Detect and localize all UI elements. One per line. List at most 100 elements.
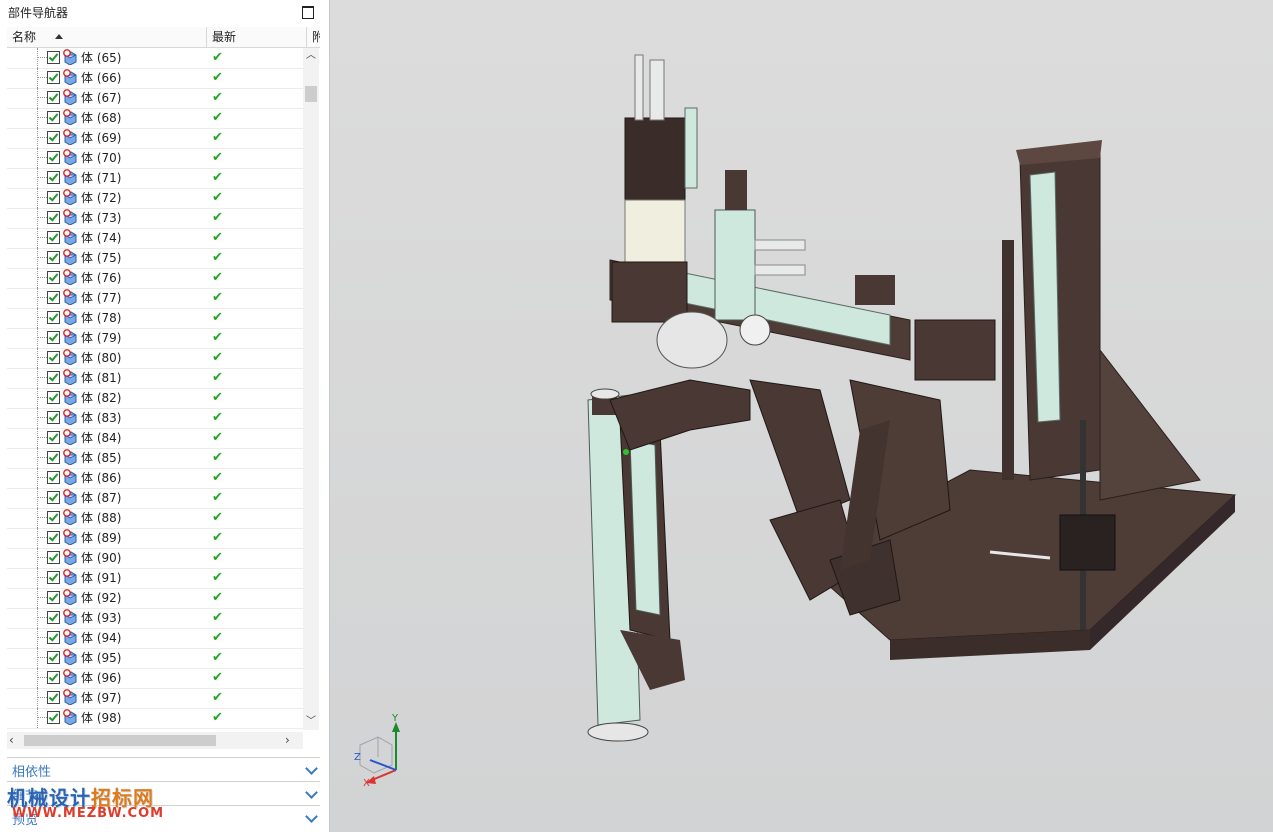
tree-row[interactable]: 体 (80) ✔ — [7, 348, 303, 369]
visibility-checkbox[interactable] — [47, 631, 60, 644]
scroll-right-icon[interactable]: › — [285, 732, 297, 749]
tree-row-label: 体 (74) — [81, 231, 122, 245]
visibility-checkbox[interactable] — [47, 531, 60, 544]
visibility-checkbox[interactable] — [47, 171, 60, 184]
column-latest[interactable]: 最新 — [212, 27, 236, 47]
visibility-checkbox[interactable] — [47, 371, 60, 384]
visibility-checkbox[interactable] — [47, 291, 60, 304]
scroll-left-icon[interactable]: ‹ — [9, 732, 21, 749]
tree-guide — [37, 568, 38, 588]
visibility-checkbox[interactable] — [47, 671, 60, 684]
tree-guide — [37, 348, 38, 368]
column-attached[interactable]: 附 — [312, 27, 320, 47]
horizontal-scrollbar[interactable]: ‹ › — [7, 732, 303, 749]
visibility-checkbox[interactable] — [47, 391, 60, 404]
visibility-checkbox[interactable] — [47, 571, 60, 584]
visibility-checkbox[interactable] — [47, 591, 60, 604]
tree-row[interactable]: 体 (93) ✔ — [7, 608, 303, 629]
up-to-date-check-icon: ✔ — [212, 590, 223, 605]
panel-dependencies[interactable]: 相依性 — [7, 757, 320, 780]
visibility-checkbox[interactable] — [47, 111, 60, 124]
graphics-viewport[interactable]: Y Z X — [330, 0, 1273, 832]
tree-row[interactable]: 体 (96) ✔ — [7, 668, 303, 689]
chevron-down-icon[interactable] — [305, 786, 318, 799]
tree-row[interactable]: 体 (75) ✔ — [7, 248, 303, 269]
tree-row[interactable]: 体 (89) ✔ — [7, 528, 303, 549]
tree-row-label: 体 (76) — [81, 271, 122, 285]
column-name[interactable]: 名称 — [12, 27, 36, 47]
tree-row[interactable]: 体 (82) ✔ — [7, 388, 303, 409]
visibility-checkbox[interactable] — [47, 351, 60, 364]
chevron-down-icon[interactable] — [305, 762, 318, 775]
axis-y-label: Y — [392, 713, 399, 724]
tree-row[interactable]: 体 (65) ✔ — [7, 48, 303, 69]
tree-row[interactable]: 体 (67) ✔ — [7, 88, 303, 109]
tree-row-label: 体 (69) — [81, 131, 122, 145]
chevron-down-icon[interactable] — [305, 810, 318, 823]
tree-row[interactable]: 体 (78) ✔ — [7, 308, 303, 329]
tree-row[interactable]: 体 (98) ✔ — [7, 708, 303, 729]
visibility-checkbox[interactable] — [47, 131, 60, 144]
tree-row[interactable]: 体 (79) ✔ — [7, 328, 303, 349]
scroll-down-icon[interactable]: ﹀ — [303, 714, 319, 730]
visibility-checkbox[interactable] — [47, 551, 60, 564]
visibility-checkbox[interactable] — [47, 451, 60, 464]
tree-row[interactable]: 体 (91) ✔ — [7, 568, 303, 589]
tree-row[interactable]: 体 (83) ✔ — [7, 408, 303, 429]
tree-row[interactable]: 体 (76) ✔ — [7, 268, 303, 289]
visibility-checkbox[interactable] — [47, 471, 60, 484]
visibility-checkbox[interactable] — [47, 491, 60, 504]
solid-body-icon — [63, 669, 77, 685]
visibility-checkbox[interactable] — [47, 311, 60, 324]
visibility-checkbox[interactable] — [47, 191, 60, 204]
visibility-checkbox[interactable] — [47, 71, 60, 84]
solid-body-icon — [63, 709, 77, 725]
tree-row[interactable]: 体 (71) ✔ — [7, 168, 303, 189]
column-divider[interactable] — [206, 27, 207, 47]
visibility-checkbox[interactable] — [47, 711, 60, 724]
tree-row[interactable]: 体 (97) ✔ — [7, 688, 303, 709]
tree-row[interactable]: 体 (92) ✔ — [7, 588, 303, 609]
column-divider[interactable] — [306, 27, 307, 47]
tree-row[interactable]: 体 (95) ✔ — [7, 648, 303, 669]
visibility-checkbox[interactable] — [47, 651, 60, 664]
tree-row[interactable]: 体 (90) ✔ — [7, 548, 303, 569]
visibility-checkbox[interactable] — [47, 211, 60, 224]
tree-row[interactable]: 体 (87) ✔ — [7, 488, 303, 509]
tree-row[interactable]: 体 (73) ✔ — [7, 208, 303, 229]
tree-row[interactable]: 体 (77) ✔ — [7, 288, 303, 309]
visibility-checkbox[interactable] — [47, 611, 60, 624]
tree-row[interactable]: 体 (94) ✔ — [7, 628, 303, 649]
tree-row[interactable]: 体 (72) ✔ — [7, 188, 303, 209]
scroll-thumb[interactable] — [24, 735, 216, 746]
vertical-scrollbar[interactable]: ︿ ﹀ — [303, 48, 319, 730]
tree-row[interactable]: 体 (69) ✔ — [7, 128, 303, 149]
solid-body-icon — [63, 509, 77, 525]
tree-row[interactable]: 体 (70) ✔ — [7, 148, 303, 169]
visibility-checkbox[interactable] — [47, 151, 60, 164]
tree-row[interactable]: 体 (85) ✔ — [7, 448, 303, 469]
visibility-checkbox[interactable] — [47, 411, 60, 424]
tree-row[interactable]: 体 (66) ✔ — [7, 68, 303, 89]
visibility-checkbox[interactable] — [47, 271, 60, 284]
tree-row[interactable]: 体 (81) ✔ — [7, 368, 303, 389]
visibility-checkbox[interactable] — [47, 511, 60, 524]
visibility-checkbox[interactable] — [47, 251, 60, 264]
assembly-model[interactable] — [330, 0, 1273, 832]
visibility-checkbox[interactable] — [47, 431, 60, 444]
tree-row[interactable]: 体 (84) ✔ — [7, 428, 303, 449]
tree-row[interactable]: 体 (88) ✔ — [7, 508, 303, 529]
scroll-thumb[interactable] — [305, 86, 317, 102]
visibility-checkbox[interactable] — [47, 691, 60, 704]
visibility-checkbox[interactable] — [47, 331, 60, 344]
visibility-checkbox[interactable] — [47, 231, 60, 244]
tree-guide — [37, 537, 47, 538]
tree-row[interactable]: 体 (86) ✔ — [7, 468, 303, 489]
visibility-checkbox[interactable] — [47, 91, 60, 104]
sort-ascending-icon[interactable] — [55, 34, 63, 39]
tree-row[interactable]: 体 (68) ✔ — [7, 108, 303, 129]
scroll-up-icon[interactable]: ︿ — [303, 48, 319, 64]
maximize-icon[interactable] — [302, 6, 314, 19]
visibility-checkbox[interactable] — [47, 51, 60, 64]
tree-row[interactable]: 体 (74) ✔ — [7, 228, 303, 249]
